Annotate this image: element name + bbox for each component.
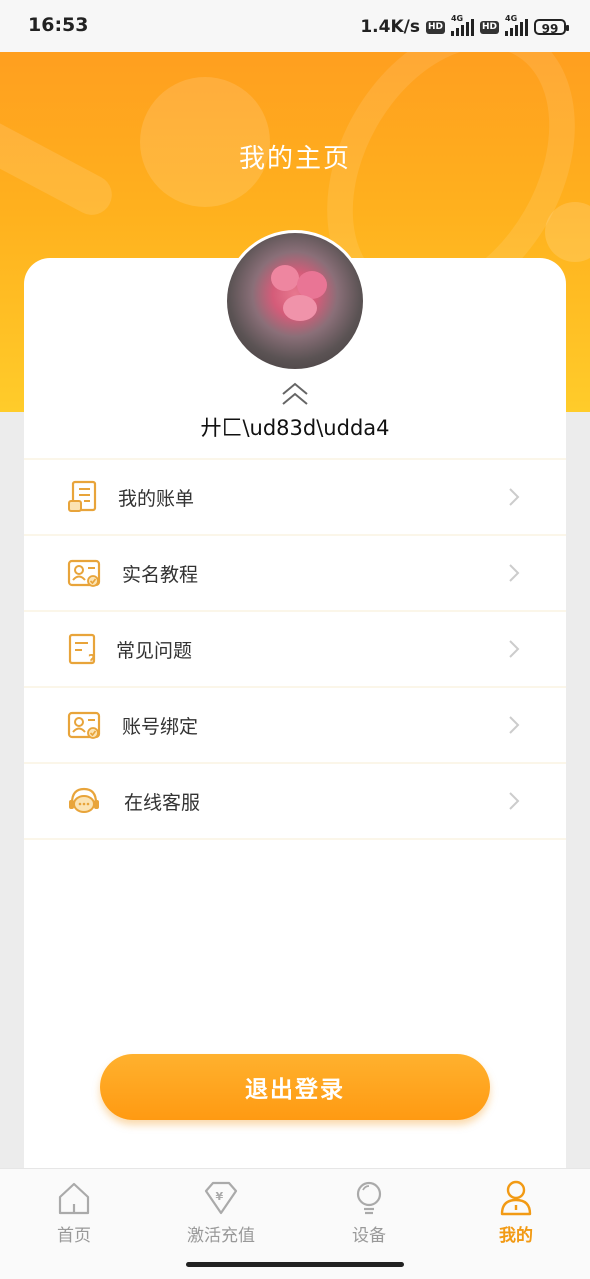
headset-icon — [69, 787, 99, 813]
svg-text:¥: ¥ — [216, 1190, 224, 1203]
signal-icon: 4G — [450, 14, 474, 36]
chevron-right-icon — [509, 488, 520, 506]
chevron-right-icon — [509, 564, 520, 582]
logout-button[interactable]: 退出登录 — [100, 1054, 490, 1120]
tab-label: 设备 — [352, 1226, 386, 1246]
menu-item-label: 在线客服 — [124, 791, 201, 814]
id-card-icon — [67, 711, 101, 739]
tab-label: 我的 — [499, 1226, 533, 1246]
yen-diamond-icon: ¥ — [204, 1181, 238, 1215]
battery-icon: 99 — [534, 19, 569, 36]
menu-item-realname-tutorial[interactable]: 实名教程 — [24, 534, 566, 610]
menu-item-label: 我的账单 — [118, 487, 195, 510]
home-icon — [58, 1182, 90, 1215]
tab-label: 激活充值 — [187, 1226, 255, 1246]
signal-4g-label-2: 4G — [505, 14, 518, 23]
decor-circle — [545, 202, 590, 262]
menu-item-label: 账号绑定 — [122, 715, 199, 738]
tab-mine[interactable]: 我的 — [456, 1179, 576, 1246]
id-card-icon — [67, 559, 101, 587]
menu-item-account-binding[interactable]: 账号绑定 — [24, 686, 566, 762]
menu-item-label: 实名教程 — [122, 563, 199, 586]
tab-devices[interactable]: 设备 — [309, 1179, 429, 1246]
username: 廾匚\ud83d\udda4 — [200, 416, 390, 440]
menu-item-bill[interactable]: 我的账单 — [24, 458, 566, 534]
status-time: 16:53 — [28, 14, 89, 36]
network-speed: 1.4K/s — [360, 17, 420, 37]
home-indicator[interactable] — [186, 1262, 404, 1267]
chevron-right-icon — [509, 716, 520, 734]
tab-activate-recharge[interactable]: ¥ 激活充值 — [161, 1179, 281, 1246]
signal-icon-2: 4G — [505, 14, 528, 36]
svg-text:?: ? — [88, 653, 96, 667]
page-title: 我的主页 — [238, 144, 351, 174]
chevron-up-icon[interactable] — [278, 380, 312, 408]
menu-list: 我的账单 实名教程 ? 常见问题 账号绑定 在线客服 — [24, 458, 566, 840]
bill-icon — [68, 480, 97, 512]
menu-item-faq[interactable]: ? 常见问题 — [24, 610, 566, 686]
menu-item-online-service[interactable]: 在线客服 — [24, 762, 566, 840]
chevron-right-icon — [509, 792, 520, 810]
menu-item-label: 常见问题 — [116, 639, 193, 662]
user-icon — [500, 1180, 532, 1216]
tab-label: 首页 — [57, 1226, 91, 1246]
chevron-right-icon — [509, 640, 520, 658]
tab-home[interactable]: 首页 — [14, 1179, 134, 1246]
faq-icon: ? — [68, 633, 96, 667]
status-bar: 16:53 1.4K/s HD 4G HD 4G 99 — [0, 0, 590, 52]
status-icons: 1.4K/s HD 4G HD 4G 99 — [360, 14, 569, 40]
hd-icon-2: HD — [479, 20, 499, 34]
hd-icon: HD — [425, 20, 445, 34]
signal-4g-label: 4G — [450, 14, 464, 23]
avatar[interactable] — [224, 230, 366, 372]
lightbulb-icon — [356, 1181, 382, 1215]
